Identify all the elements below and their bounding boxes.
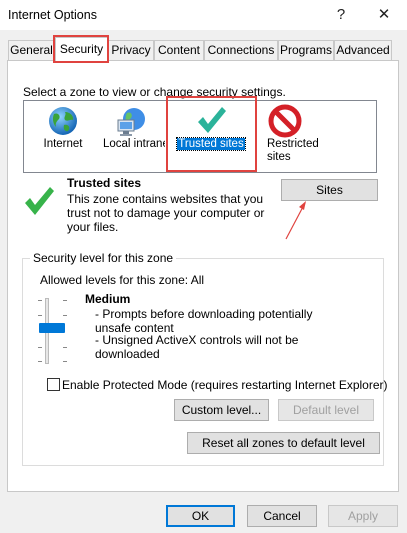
security-level-name: Medium <box>85 292 131 306</box>
annotation-arrow <box>285 201 306 240</box>
protected-mode-checkbox[interactable] <box>47 378 60 391</box>
slider-tick <box>38 347 42 348</box>
close-button[interactable]: ✕ <box>372 4 396 26</box>
zone-prompt: Select a zone to view or change security… <box>23 85 286 99</box>
network-icon <box>99 102 165 138</box>
protected-mode-label[interactable]: Enable Protected Mode (requires restarti… <box>62 378 388 392</box>
zone-label: Local intranet <box>103 138 165 150</box>
zone-label: Trusted sites <box>171 137 251 151</box>
slider-tick <box>63 361 67 362</box>
slider-tick <box>63 315 67 316</box>
slider-tick <box>63 300 67 301</box>
zone-detail-title: Trusted sites <box>67 176 142 190</box>
slider-tick <box>38 361 42 362</box>
zone-restricted-sites[interactable]: Restricted sites <box>250 102 320 170</box>
allowed-levels-text: Allowed levels for this zone: All <box>40 273 205 287</box>
slider-tick <box>38 315 42 316</box>
slider-tick <box>38 300 42 301</box>
zone-local-intranet[interactable]: Local intranet <box>99 102 165 170</box>
ok-button[interactable]: OK <box>166 505 235 527</box>
checkmark-icon <box>171 102 251 138</box>
zone-detail-description: This zone contains websites that you tru… <box>67 192 265 234</box>
default-level-button[interactable]: Default level <box>278 399 374 421</box>
zone-label: Restricted sites <box>267 138 319 163</box>
security-level-slider-thumb[interactable] <box>39 323 65 333</box>
zone-internet[interactable]: Internet <box>25 102 101 170</box>
no-entry-icon <box>250 102 320 138</box>
tab-connections[interactable]: Connections <box>204 40 278 60</box>
zone-trusted-sites[interactable]: Trusted sites <box>171 102 251 170</box>
security-level-bullet: - Prompts before downloading potentially… <box>95 307 313 335</box>
tab-programs[interactable]: Programs <box>278 40 334 60</box>
tab-general[interactable]: General <box>8 40 55 60</box>
reset-all-zones-button[interactable]: Reset all zones to default level <box>187 432 380 454</box>
tab-content[interactable]: Content <box>154 40 204 60</box>
security-level-group-label: Security level for this zone <box>30 251 177 265</box>
apply-button[interactable]: Apply <box>328 505 398 527</box>
cancel-button[interactable]: Cancel <box>247 505 317 527</box>
tab-advanced[interactable]: Advanced <box>334 40 392 60</box>
zone-label: Internet <box>43 138 83 150</box>
tab-security[interactable]: Security <box>55 37 108 62</box>
window-title: Internet Options <box>8 8 97 22</box>
tab-privacy[interactable]: Privacy <box>108 40 154 60</box>
globe-icon <box>25 102 101 138</box>
custom-level-button[interactable]: Custom level... <box>174 399 269 421</box>
security-level-bullet: - Unsigned ActiveX controls will not be … <box>95 333 299 361</box>
zone-label-text: Trusted sites <box>176 137 246 151</box>
slider-tick <box>63 347 67 348</box>
help-button[interactable]: ? <box>329 4 353 26</box>
checkmark-icon <box>22 184 56 221</box>
